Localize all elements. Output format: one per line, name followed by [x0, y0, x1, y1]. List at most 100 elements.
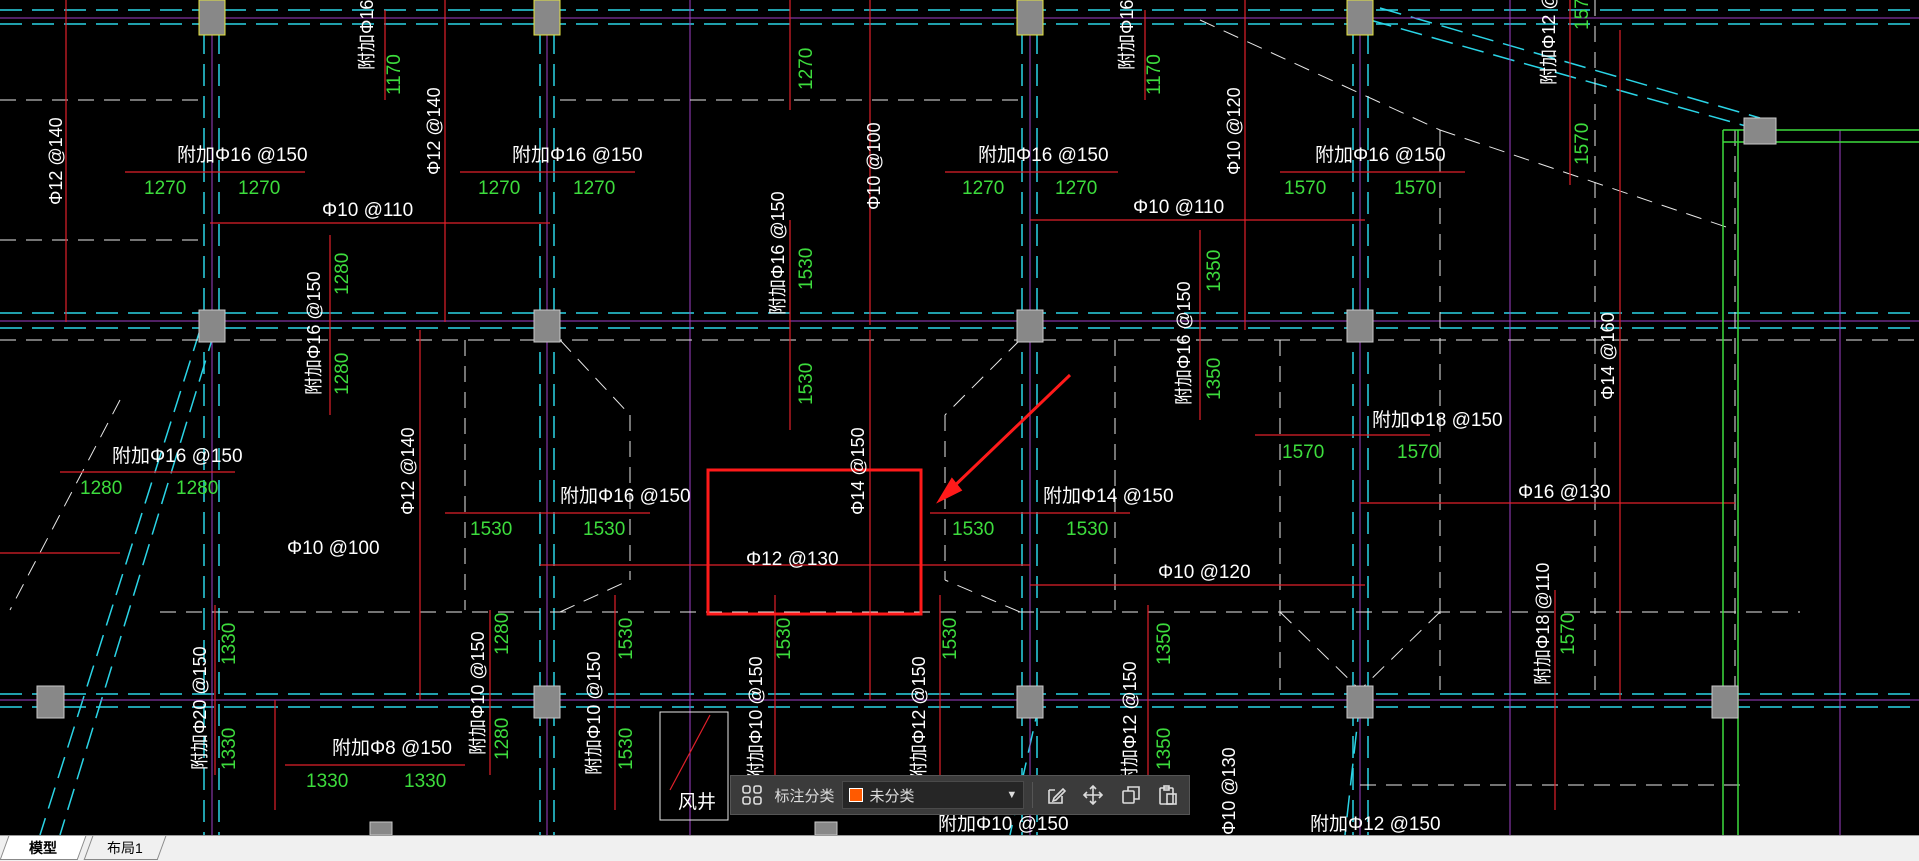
rebar-label: 附加Φ16 @150: [177, 144, 308, 166]
paste-icon[interactable]: [1154, 780, 1183, 810]
rebar-label: 附加Φ20 @150: [190, 646, 210, 770]
tab-model-label: 模型: [29, 840, 57, 856]
rebar-label: 附加Φ12 @150: [909, 656, 929, 780]
rebar-label: 附加Φ16 @150: [1174, 281, 1194, 405]
dim-value: 1350: [1154, 728, 1175, 770]
tab-model[interactable]: 模型: [0, 836, 87, 860]
dim-value: 1530: [470, 519, 512, 540]
shaft-label: 风井: [678, 791, 716, 813]
callout-arrow: [936, 373, 1072, 504]
category-value: 未分类: [869, 787, 915, 805]
dim-value: 1570: [1397, 442, 1439, 463]
dim-value: 1270: [573, 178, 615, 199]
dim-value: 1280: [80, 478, 122, 499]
rebar-label: Φ10 @130: [1219, 747, 1239, 835]
rebar-label: 附加Φ10 @150: [938, 813, 1069, 835]
dim-value: 1280: [492, 718, 513, 760]
category-select[interactable]: 未分类 ▼: [842, 781, 1025, 809]
dim-value: 1270: [144, 178, 186, 199]
rebar-label: 附加Φ14 @150: [1043, 485, 1174, 507]
tab-layout1[interactable]: 布局1: [83, 836, 167, 860]
rebar-label: 附加Φ16 @150: [978, 144, 1109, 166]
category-label: 标注分类: [774, 787, 835, 805]
rebar-label: 附加Φ12 @150: [1120, 661, 1140, 785]
rebar-label: 附加Φ16 @150: [560, 485, 691, 507]
move-icon[interactable]: [1079, 780, 1108, 810]
rebar-label: 附加Φ16 @: [1117, 0, 1137, 70]
dim-value: 1570: [1572, 0, 1593, 30]
dim-value: 1530: [583, 519, 625, 540]
dim-value: 1530: [616, 618, 637, 660]
rebar-label: 附加Φ12 @150: [1310, 813, 1441, 835]
dim-value: 1530: [796, 363, 817, 405]
rebar-label: 附加Φ12 @15: [1539, 0, 1559, 85]
tab-layout1-label: 布局1: [107, 840, 143, 856]
rebar-label: 附加Φ16 @150: [112, 445, 243, 467]
dim-value: 1280: [332, 353, 353, 395]
drawing-svg: 附加Φ16 @150 附加Φ16 @150 附加Φ16 @150 附加Φ16 @…: [0, 0, 1919, 835]
dim-value: 1270: [962, 178, 1004, 199]
chevron-down-icon: ▼: [1006, 789, 1018, 801]
rebar-label: Φ10 @100: [864, 122, 884, 210]
dim-value: 1530: [774, 618, 795, 660]
dim-value: 1330: [306, 771, 348, 792]
rebar-label: 附加Φ18 @150: [1372, 409, 1503, 431]
rebar-label: Φ10 @120: [1158, 562, 1251, 583]
rebar-label: 附加Φ16 @: [357, 0, 377, 70]
rebar-label: Φ10 @120: [1224, 87, 1244, 175]
category-color-swatch: [849, 788, 864, 802]
rebar-label: Φ10 @110: [322, 200, 413, 221]
rebar-label: Φ14 @150: [848, 427, 868, 515]
wall-hatch: [1722, 129, 1919, 835]
grid-icon[interactable]: [737, 780, 766, 810]
rebar-label: Φ10 @100: [287, 538, 380, 559]
rebar-label: 附加Φ16 @150: [304, 271, 324, 395]
rebar-label: Φ12 @130: [746, 549, 839, 570]
rebar-label: 附加Φ16 @150: [1315, 144, 1446, 166]
rebar-label: 附加Φ16 @150: [512, 144, 643, 166]
dim-value: 1570: [1282, 442, 1324, 463]
highlight-box: [706, 468, 923, 616]
dim-value: 1530: [940, 618, 961, 660]
rebar-label: 附加Φ10 @150: [746, 656, 766, 780]
dim-value: 1350: [1204, 250, 1225, 292]
dim-value: 1570: [1394, 178, 1436, 199]
dim-value: 1270: [796, 48, 817, 90]
rebar-label: 附加Φ16 @150: [768, 191, 788, 315]
rebar-label: Φ14 @160: [1598, 312, 1618, 400]
rebar-label: 附加Φ18 @110: [1533, 563, 1553, 685]
layout-tab-bar: 模型 布局1: [0, 835, 1919, 861]
dim-value: 1350: [1204, 358, 1225, 400]
dim-value: 1530: [616, 728, 637, 770]
dim-value: 1170: [384, 54, 405, 95]
dim-value: 1570: [1558, 613, 1579, 655]
toolbar-separator: [1032, 782, 1034, 808]
dim-value: 1280: [492, 613, 513, 655]
dim-value: 1570: [1284, 178, 1326, 199]
rebar-label: 附加Φ8 @150: [332, 737, 452, 759]
annotation-toolbar: 标注分类 未分类 ▼: [730, 775, 1190, 815]
dim-value: 1270: [478, 178, 520, 199]
dim-value: 1330: [219, 623, 240, 665]
rebar-label: Φ16 @130: [1518, 482, 1611, 503]
copy-icon[interactable]: [1116, 780, 1145, 810]
dim-value: 1530: [1066, 519, 1108, 540]
dim-value: 1330: [219, 728, 240, 770]
dim-value: 1350: [1154, 623, 1175, 665]
dim-value: 1280: [332, 253, 353, 295]
dim-value: 1270: [238, 178, 280, 199]
dimension-values: 1270 1270 1270 1270 1270 1270 1570 1570 …: [80, 0, 1593, 792]
rebar-label: Φ10 @110: [1133, 197, 1224, 218]
rebar-label: 附加Φ10 @150: [584, 651, 604, 775]
dim-value: 1280: [176, 478, 218, 499]
cad-drawing-canvas[interactable]: 附加Φ16 @150 附加Φ16 @150 附加Φ16 @150 附加Φ16 @…: [0, 0, 1919, 835]
column-squares: [36, 0, 1777, 835]
dim-value: 1570: [1572, 123, 1593, 165]
dim-value: 1330: [404, 771, 446, 792]
rebar-label: 附加Φ10 @150: [468, 631, 488, 755]
dim-value: 1530: [952, 519, 994, 540]
rebar-label: Φ12 @140: [46, 117, 66, 205]
dim-value: 1530: [796, 248, 817, 290]
edit-icon[interactable]: [1041, 780, 1070, 810]
dim-value: 1270: [1055, 178, 1097, 199]
